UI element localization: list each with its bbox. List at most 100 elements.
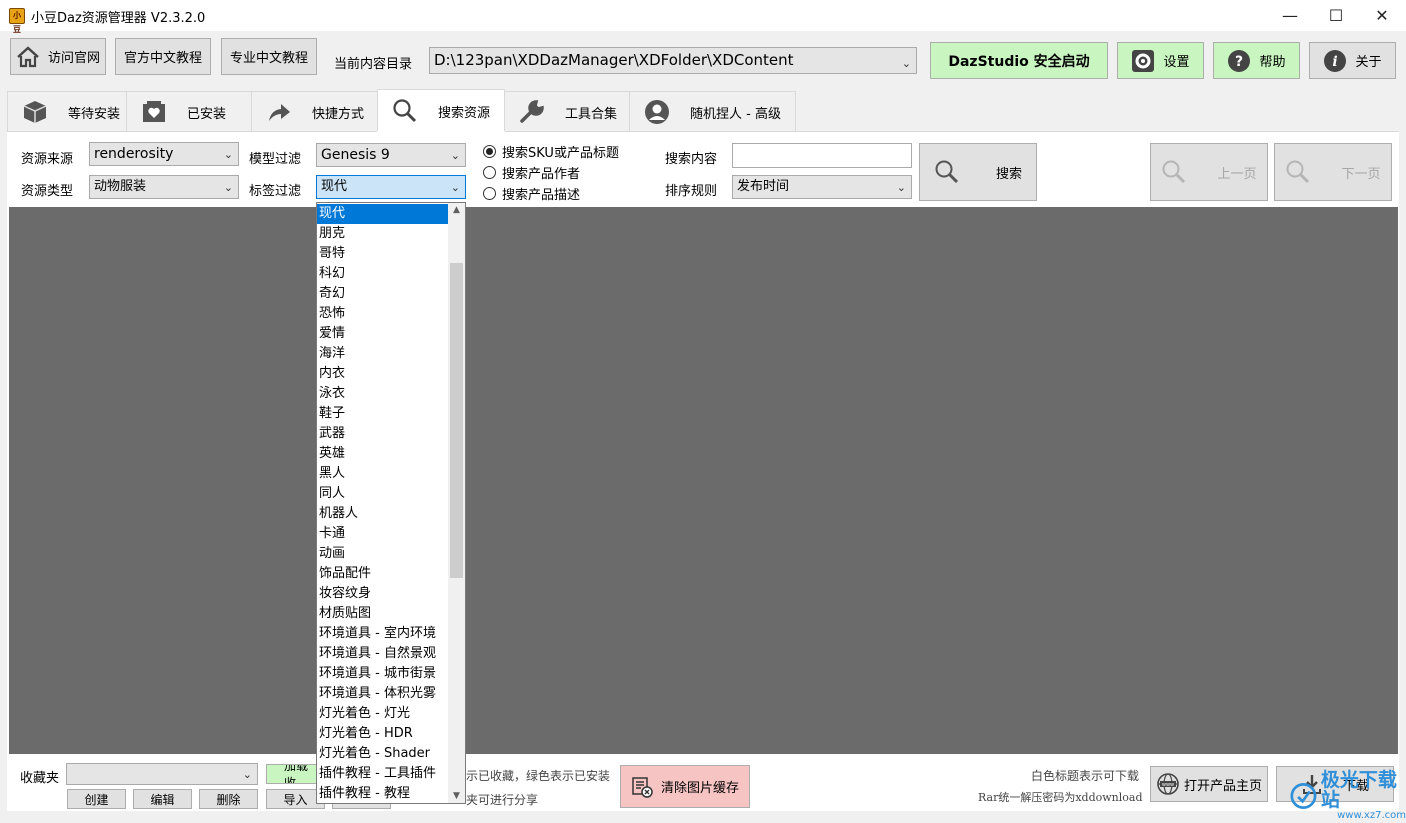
- chevron-down-icon: ⌄: [242, 768, 252, 781]
- tag-option[interactable]: 内衣: [317, 364, 449, 384]
- search-icon: [1286, 160, 1310, 184]
- next-page-button[interactable]: 下一页: [1274, 143, 1392, 201]
- tag-option[interactable]: 灯光着色 - HDR: [317, 724, 449, 744]
- tag-option[interactable]: 朋克: [317, 224, 449, 244]
- clear-cache-button[interactable]: 清除图片缓存: [620, 765, 750, 808]
- package-icon: [23, 101, 47, 123]
- tag-option[interactable]: 灯光着色 - 灯光: [317, 704, 449, 724]
- create-button[interactable]: 创建: [67, 789, 126, 809]
- content-dir-label: 当前内容目录: [334, 57, 413, 72]
- radio-search-sku[interactable]: 搜索SKU或产品标题: [483, 142, 619, 161]
- tag-option[interactable]: 灯光着色 - Shader: [317, 744, 449, 764]
- type-select[interactable]: 动物服装 ⌄: [89, 175, 239, 199]
- tag-option[interactable]: 黑人: [317, 464, 449, 484]
- tag-filter-select[interactable]: 现代 ⌄: [316, 175, 466, 199]
- download-hint: 白色标题表示可下载: [1031, 769, 1140, 783]
- radio-search-author[interactable]: 搜索产品作者: [483, 163, 580, 182]
- tag-option[interactable]: 爱情: [317, 324, 449, 344]
- tab-shortcuts[interactable]: 快捷方式: [251, 91, 378, 132]
- tag-option[interactable]: 科幻: [317, 264, 449, 284]
- tab-installed[interactable]: 已安装: [126, 91, 252, 132]
- tab-search-resources[interactable]: 搜索资源: [377, 89, 505, 132]
- download-button[interactable]: 下载: [1276, 766, 1394, 802]
- tag-option[interactable]: 武器: [317, 424, 449, 444]
- tag-option[interactable]: 机器人: [317, 504, 449, 524]
- tab-waiting-install[interactable]: 等待安装: [7, 91, 127, 132]
- tag-option[interactable]: 插件教程 - 教程: [317, 784, 449, 803]
- tag-option[interactable]: 环境道具 - 自然景观: [317, 644, 449, 664]
- tag-option[interactable]: 环境道具 - 体积光雾: [317, 684, 449, 704]
- daz-start-button[interactable]: DazStudio 安全启动: [930, 42, 1108, 79]
- home-icon: [17, 45, 39, 67]
- radio-dot: [483, 166, 496, 179]
- tag-option[interactable]: 英雄: [317, 444, 449, 464]
- source-select[interactable]: renderosity ⌄: [89, 142, 239, 166]
- svg-text:?: ?: [1235, 54, 1243, 70]
- official-tutorial-button[interactable]: 官方中文教程: [115, 38, 211, 75]
- tag-option[interactable]: 哥特: [317, 244, 449, 264]
- chevron-down-icon: ⌄: [450, 149, 460, 162]
- tab-divider: [7, 131, 377, 132]
- delete-button[interactable]: 删除: [199, 789, 258, 809]
- open-product-page-button[interactable]: www 打开产品主页: [1150, 766, 1268, 802]
- settings-button[interactable]: 设置: [1117, 42, 1204, 79]
- radio-label: 搜索产品描述: [502, 188, 581, 203]
- help-button[interactable]: ? 帮助: [1213, 42, 1300, 79]
- tab-tools[interactable]: 工具合集: [504, 91, 630, 132]
- tag-option[interactable]: 妆容纹身: [317, 584, 449, 604]
- search-content-label: 搜索内容: [665, 152, 718, 167]
- tag-option[interactable]: 鞋子: [317, 404, 449, 424]
- close-button[interactable]: ✕: [1359, 0, 1405, 31]
- radio-search-description[interactable]: 搜索产品描述: [483, 184, 580, 203]
- model-filter-select[interactable]: Genesis 9 ⌄: [316, 143, 466, 167]
- tag-option[interactable]: 卡通: [317, 524, 449, 544]
- dropdown-scrollbar[interactable]: ▲ ▼: [448, 203, 465, 803]
- window-title: 小豆Daz资源管理器 V2.3.2.0: [31, 11, 206, 26]
- tab-label: 快捷方式: [312, 106, 365, 122]
- chevron-down-icon: ⌄: [450, 181, 460, 194]
- tag-option[interactable]: 环境道具 - 室内环境: [317, 624, 449, 644]
- visit-site-label: 访问官网: [47, 51, 100, 66]
- radio-dot: [483, 145, 496, 158]
- tag-filter-dropdown[interactable]: 现代 朋克 哥特 科幻 奇幻 恐怖 爱情 海洋 内衣 泳衣 鞋子 武器 英雄 黑人 同人 机器人 卡通 动画 饰品配…: [316, 202, 466, 804]
- edit-button[interactable]: 编辑: [133, 789, 192, 809]
- search-button[interactable]: 搜索: [919, 143, 1037, 201]
- tag-option[interactable]: 材质贴图: [317, 604, 449, 624]
- maximize-button[interactable]: ☐: [1313, 0, 1359, 31]
- search-content-input[interactable]: [732, 143, 912, 168]
- scroll-up-arrow-icon[interactable]: ▲: [448, 205, 465, 215]
- sort-select[interactable]: 发布时间 ⌄: [732, 175, 912, 199]
- tag-option[interactable]: 动画: [317, 544, 449, 564]
- tag-option[interactable]: 现代: [317, 204, 449, 224]
- pro-tutorial-button[interactable]: 专业中文教程: [221, 38, 317, 75]
- tag-option[interactable]: 插件教程 - 工具插件: [317, 764, 449, 784]
- results-area[interactable]: [9, 207, 1398, 754]
- download-label: 下载: [1342, 778, 1369, 794]
- tag-option[interactable]: 海洋: [317, 344, 449, 364]
- about-button[interactable]: i 关于: [1309, 42, 1396, 79]
- user-icon: [645, 100, 669, 124]
- tab-random-character[interactable]: 随机捏人 - 高级: [629, 91, 796, 132]
- load-favorites-button[interactable]: 加载收: [266, 764, 318, 784]
- chevron-down-icon: ⌄: [896, 181, 906, 194]
- globe-icon: www: [1157, 773, 1179, 795]
- tag-option[interactable]: 饰品配件: [317, 564, 449, 584]
- tag-option[interactable]: 恐怖: [317, 304, 449, 324]
- favorites-select[interactable]: ⌄: [66, 763, 258, 785]
- arrow-icon: [269, 104, 290, 121]
- scroll-thumb[interactable]: [450, 263, 463, 578]
- prev-page-label: 上一页: [1217, 166, 1257, 182]
- tag-option[interactable]: 环境道具 - 城市街景: [317, 664, 449, 684]
- tab-label: 等待安装: [68, 106, 121, 122]
- chevron-down-icon: ⌄: [223, 148, 233, 161]
- tag-option[interactable]: 奇幻: [317, 284, 449, 304]
- content-dir-select[interactable]: D:\123pan\XDDazManager\XDFolder\XDConten…: [429, 47, 917, 74]
- gear-icon: [1132, 49, 1155, 72]
- scroll-down-arrow-icon[interactable]: ▼: [448, 791, 465, 801]
- minimize-button[interactable]: —: [1267, 0, 1313, 31]
- tag-option[interactable]: 泳衣: [317, 384, 449, 404]
- info-icon: i: [1324, 49, 1347, 72]
- prev-page-button[interactable]: 上一页: [1150, 143, 1268, 201]
- tag-option[interactable]: 同人: [317, 484, 449, 504]
- visit-site-button[interactable]: 访问官网: [10, 38, 106, 75]
